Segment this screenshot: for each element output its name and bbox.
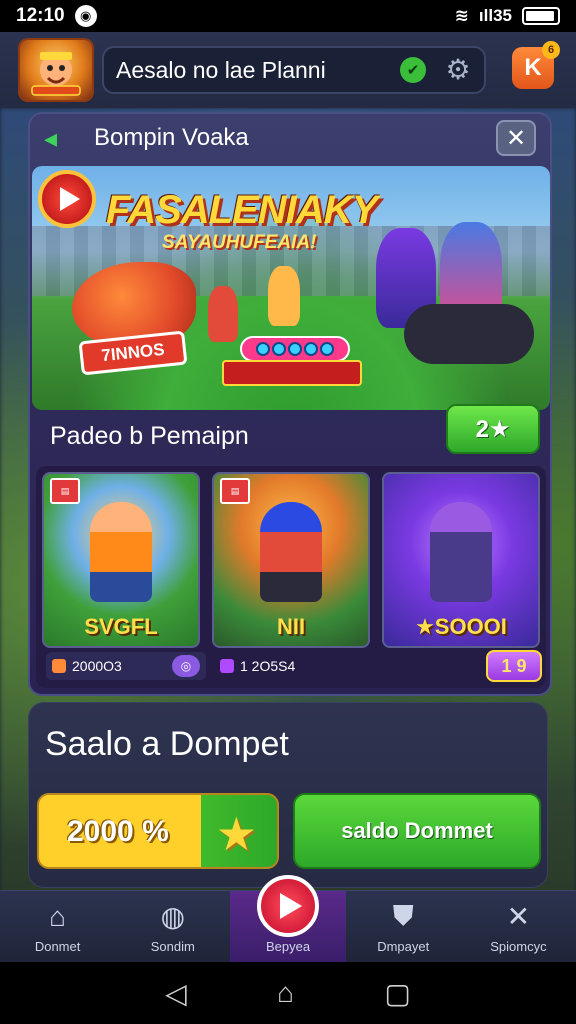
verified-icon[interactable]: ✔ (400, 57, 426, 83)
nav-item-sondim[interactable]: ◍ Sondim (115, 891, 230, 962)
search-text: Aesalo no lae Planni (116, 56, 326, 83)
info-icon[interactable]: ◎ (172, 655, 200, 677)
banner-ribbon (222, 360, 362, 386)
price-value: 2000O3 (72, 658, 122, 674)
modal-title: Bompin Voaka (94, 124, 249, 151)
close-button[interactable]: ✕ (496, 120, 536, 156)
game-card[interactable]: ★SOOOI (382, 472, 540, 648)
promo-banner[interactable]: FASALENIAKY SAYAUHUFEAIA! 7INNOS (32, 166, 550, 410)
motorbike (404, 304, 534, 364)
mascot-icon (31, 52, 81, 96)
price-button[interactable]: 1 9 (486, 650, 542, 682)
app-logo[interactable] (18, 38, 94, 102)
wifi-icon: ≋ (454, 6, 469, 25)
character-figure (430, 502, 492, 602)
game-card[interactable]: ▤ SVGFL (42, 472, 200, 648)
close-icon: ✕ (505, 124, 527, 152)
player-character (268, 266, 300, 326)
home-nav-icon[interactable]: ⌂ (277, 977, 294, 1009)
bottom-nav: ⌂ Donmet ◍ Sondim Bepyea ⛊ Dmpayet ✕ Spi… (0, 875, 576, 962)
nav-item-dmpayet[interactable]: ⛊ Dmpayet (346, 891, 461, 962)
status-time: 12:10 (16, 5, 65, 26)
profile-button[interactable]: K 6 (512, 41, 560, 89)
character-figure (90, 502, 152, 602)
amount-value: 2000 % (67, 815, 169, 848)
flag-icon: ▤ (220, 478, 250, 504)
deposit-title: Saalo a Dompet (45, 725, 289, 763)
system-nav: ◁ ⌂ ▢ (0, 962, 576, 1024)
card-label: ★SOOOI (415, 614, 507, 639)
nav-label: Spiomcyc (490, 939, 547, 954)
status-bar: 12:10 ◉ ≋ ıll35 (0, 0, 576, 32)
count-button[interactable]: 2★ (446, 404, 540, 454)
home-icon: ⌂ (49, 901, 67, 932)
profile-letter: K (524, 54, 542, 81)
gem-icon (220, 659, 234, 673)
flag-icon: ▤ (50, 478, 80, 504)
banner-score (240, 336, 350, 362)
amount-button[interactable]: 2000 % ★ (37, 793, 279, 869)
nav-label: Dmpayet (377, 939, 430, 954)
search-field[interactable]: Aesalo no lae Planni ✔ ⚙ (102, 46, 486, 94)
gear-icon[interactable]: ⚙ (444, 56, 472, 84)
card-label: SVGFL (84, 614, 158, 639)
game-cards: ▤ SVGFL ▤ NII ★SOOOI 2000O3 ◎ 1 2O5S4 1 … (36, 466, 546, 688)
back-icon[interactable]: ◂ (44, 124, 76, 152)
card-price: 2000O3 ◎ (46, 652, 206, 680)
signal-text: ıll35 (478, 6, 512, 25)
top-header: Aesalo no lae Planni ✔ ⚙ K 6 (0, 32, 576, 108)
card-label: NII (276, 614, 306, 639)
nav-label: Bepyea (265, 939, 311, 954)
play-icon[interactable] (38, 170, 96, 228)
section-title: Padeo b Pemaipn (50, 422, 249, 450)
nav-label: Donmet (34, 939, 81, 954)
nav-item-tools[interactable]: ✕ Spiomcyc (461, 891, 576, 962)
deposit-button[interactable]: saldo Dommet (293, 793, 541, 869)
tools-icon: ✕ (506, 901, 531, 932)
card-price: 1 2O5S4 (216, 652, 376, 680)
price-value: 1 2O5S4 (240, 658, 296, 674)
tag-icon: ◍ (160, 901, 186, 932)
star-icon: ★ (215, 808, 257, 860)
recents-nav-icon[interactable]: ▢ (384, 977, 410, 1010)
deposit-panel: Saalo a Dompet 2000 % ★ saldo Dommet (28, 702, 548, 888)
nav-item-play[interactable]: Bepyea (230, 875, 346, 962)
nav-label: Sondim (150, 939, 195, 954)
banner-subtitle: SAYAUHUFEAIA! (162, 232, 317, 253)
battery-icon (522, 7, 560, 25)
status-indicators: ≋ ıll35 (455, 6, 560, 26)
notification-badge: 6 (542, 41, 560, 59)
back-nav-icon[interactable]: ◁ (165, 977, 187, 1010)
coin-icon (52, 659, 66, 673)
banner-title: FASALENIAKY (106, 188, 378, 232)
game-card[interactable]: ▤ NII (212, 472, 370, 648)
game-modal: ◂ Bompin Voaka ✕ FASALENIAKY SAYAUHUFEAI… (28, 112, 552, 696)
character-figure (260, 502, 322, 602)
shield-icon: ⛊ (392, 900, 414, 931)
nav-item-home[interactable]: ⌂ Donmet (0, 891, 115, 962)
play-icon[interactable] (257, 875, 319, 937)
notification-icon: ◉ (74, 5, 97, 27)
player-character (208, 286, 238, 342)
